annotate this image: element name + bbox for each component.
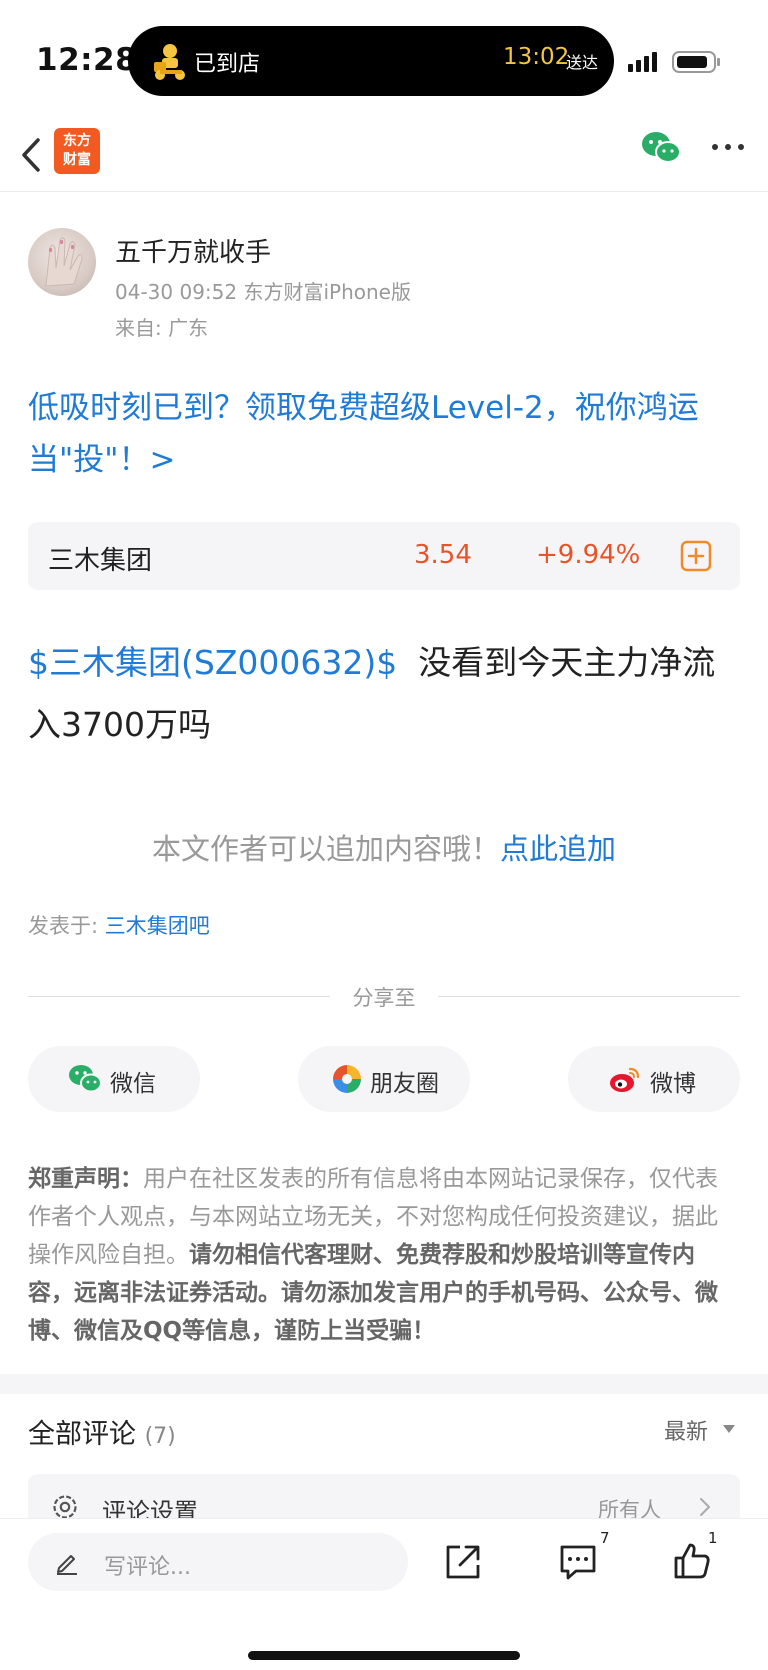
stock-tag-link[interactable]: $三木集团(SZ000632)$	[28, 643, 397, 682]
delivery-rider-icon	[154, 44, 185, 80]
forum-link[interactable]: 三木集团吧	[105, 914, 210, 938]
author-name[interactable]: 五千万就收手	[115, 232, 271, 269]
live-activity-eta-suffix: 送达	[566, 53, 599, 72]
stock-quote-card[interactable]: 三木集团 3.54 +9.94%	[28, 522, 740, 590]
live-activity-eta: 13:02	[503, 44, 570, 70]
pen-icon	[57, 1555, 77, 1575]
append-content-prompt: 本文作者可以追加内容哦！点此追加	[0, 826, 768, 868]
comment-count-badge: 7	[600, 1529, 610, 1547]
eastmoney-logo[interactable]: 东方 财富	[54, 128, 100, 174]
wechat-icon[interactable]	[640, 130, 682, 166]
author-avatar[interactable]	[28, 228, 96, 296]
signal-icon	[628, 52, 657, 72]
back-icon[interactable]	[18, 134, 44, 176]
post-location: 来自: 广东	[115, 316, 209, 340]
add-watchlist-icon[interactable]	[680, 540, 712, 572]
moments-icon	[333, 1065, 361, 1093]
comments-header: 全部评论 (7)	[28, 1412, 176, 1451]
battery-icon	[672, 51, 720, 73]
posted-in: 发表于: 三木集团吧	[28, 910, 210, 940]
hand-photo-icon	[45, 237, 83, 287]
share-line-right	[438, 996, 740, 997]
post-content: $三木集团(SZ000632)$ 没看到今天主力净流入3700万吗	[28, 632, 740, 756]
share-icon[interactable]	[444, 1543, 482, 1581]
post-meta: 04-30 09:52 东方财富iPhone版	[115, 280, 411, 304]
comment-placeholder: 写评论...	[104, 1555, 191, 1580]
chevron-right-icon	[700, 1498, 710, 1516]
like-count-badge: 1	[708, 1529, 718, 1547]
share-weibo-button[interactable]: 微博	[568, 1046, 740, 1112]
more-icon[interactable]	[710, 140, 746, 154]
legal-disclaimer: 郑重声明：用户在社区发表的所有信息将由本网站记录保存，仅代表作者个人观点，与本网…	[28, 1160, 740, 1350]
comments-count: (7)	[144, 1424, 176, 1449]
share-moments-button[interactable]: 朋友圈	[298, 1046, 470, 1112]
disclaimer-title: 郑重声明：	[28, 1166, 143, 1192]
stock-name: 三木集团	[48, 546, 153, 576]
section-divider	[0, 1374, 768, 1394]
bottom-action-bar: 写评论... 7 1	[0, 1518, 768, 1670]
share-wechat-button[interactable]: 微信	[28, 1046, 200, 1112]
status-time: 12:28	[36, 42, 138, 78]
comment-input[interactable]: 写评论...	[28, 1533, 408, 1591]
dynamic-island-live-activity[interactable]: 已到店 13:02 送达	[128, 26, 614, 96]
thumbs-up-icon[interactable]	[672, 1541, 712, 1581]
live-activity-status: 已到店	[194, 52, 261, 77]
status-bar: 12:28 已到店 13:02 送达	[0, 0, 768, 120]
comment-icon[interactable]	[558, 1543, 598, 1581]
comments-sort[interactable]: 最新	[664, 1414, 708, 1446]
stock-change: +9.94%	[536, 540, 641, 570]
share-moments-label: 朋友圈	[370, 1071, 439, 1097]
promo-link[interactable]: 低吸时刻已到？领取免费超级Level-2，祝你鸿运当"投"！>	[28, 382, 740, 486]
append-prompt-text: 本文作者可以追加内容哦！	[151, 832, 500, 866]
navigation-bar: 东方 财富	[0, 120, 768, 192]
share-divider: 分享至	[28, 980, 740, 1010]
stock-price: 3.54	[414, 540, 472, 570]
share-weibo-label: 微博	[650, 1071, 696, 1097]
caret-down-icon[interactable]	[722, 1424, 736, 1434]
share-wechat-label: 微信	[110, 1071, 156, 1097]
comments-title: 全部评论	[28, 1419, 136, 1450]
home-indicator[interactable]	[248, 1651, 520, 1660]
append-link[interactable]: 点此追加	[500, 832, 616, 866]
weibo-icon	[610, 1067, 640, 1092]
posted-in-label: 发表于:	[28, 914, 105, 938]
wechat-icon	[69, 1065, 102, 1093]
share-label: 分享至	[352, 986, 416, 1010]
